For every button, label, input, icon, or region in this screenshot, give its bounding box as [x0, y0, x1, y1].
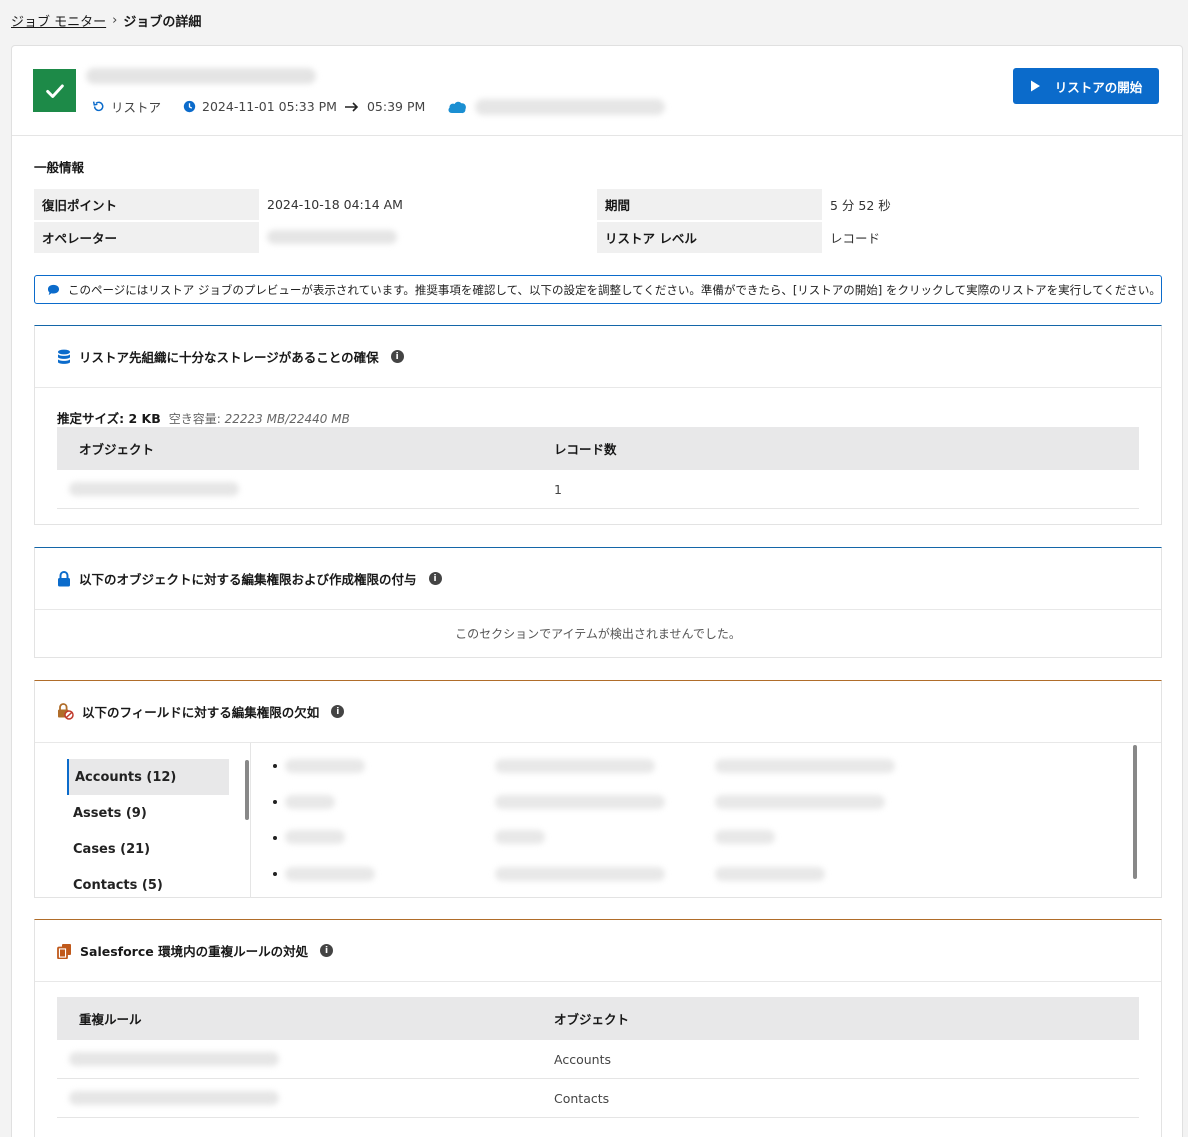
- job-start-time: 2024-11-01 05:33 PM: [202, 99, 337, 114]
- estimated-size: 推定サイズ: 2 KB: [57, 411, 161, 426]
- field-permissions-panel: 以下のフィールドに対する編集権限の欠如 i Accounts (12) Asse…: [34, 680, 1162, 898]
- object-item-contacts[interactable]: Contacts (5): [67, 867, 229, 903]
- storage-panel-title: リストア先組織に十分なストレージがあることの確保: [79, 350, 379, 365]
- arrow-right-icon: [344, 101, 359, 112]
- permissions-panel: 以下のオブジェクトに対する編集権限および作成権限の付与 i このセクションでアイ…: [34, 547, 1162, 658]
- job-header: リストア 2024-11-01 05:33 PM 05:39 PM リストアの開…: [12, 46, 1182, 136]
- column-header-duplicate-rule: 重複ルール: [79, 1012, 142, 1027]
- object-name-redacted: [69, 482, 239, 496]
- general-info-title: 一般情報: [34, 160, 85, 175]
- job-type-label: リストア: [111, 100, 162, 115]
- object-list-scrollbar[interactable]: [245, 760, 249, 820]
- field-name-redacted: [715, 867, 825, 881]
- breadcrumb-current: ジョブの詳細: [123, 15, 202, 30]
- restore-level-value: レコード: [830, 230, 881, 246]
- field-name-redacted: [715, 795, 885, 809]
- play-icon: [1030, 80, 1040, 92]
- table-row: Contacts: [57, 1079, 1139, 1118]
- org-name-redacted: [475, 98, 666, 115]
- database-icon: [58, 349, 70, 364]
- list-item: [273, 764, 285, 768]
- info-icon[interactable]: i: [390, 350, 404, 363]
- list-item: [273, 800, 285, 804]
- recovery-point-label: 復旧ポイント: [34, 188, 259, 220]
- object-cell: Accounts: [554, 1051, 611, 1067]
- breadcrumb: ジョブ モニター › ジョブの詳細: [11, 11, 201, 30]
- period-label: 期間: [597, 188, 822, 220]
- duplicate-icon: [57, 943, 71, 959]
- free-space-label: 空き容量:: [168, 412, 221, 426]
- list-item: [273, 872, 285, 876]
- preview-notice-text: このページにはリストア ジョブのプレビューが表示されています。推奨事項を確認して…: [68, 282, 1161, 297]
- duplicate-rules-panel: Salesforce 環境内の重複ルールの対処 i 重複ルール オブジェクト A…: [34, 919, 1162, 1137]
- field-name-redacted: [495, 759, 655, 773]
- field-list-scrollbar[interactable]: [1133, 745, 1137, 879]
- object-cell: Contacts: [554, 1090, 610, 1106]
- recovery-point-value: 2024-10-18 04:14 AM: [267, 196, 403, 212]
- empty-section-message: このセクションでアイテムが検出されませんでした。: [455, 627, 741, 641]
- salesforce-cloud-icon: [447, 100, 467, 114]
- restore-level-label: リストア レベル: [597, 221, 822, 253]
- info-icon[interactable]: i: [331, 705, 345, 718]
- rule-name-redacted: [69, 1052, 279, 1066]
- storage-table: オブジェクト レコード数 1: [57, 427, 1139, 509]
- success-check-icon: [33, 69, 76, 112]
- field-list: [251, 743, 1161, 898]
- field-name-redacted: [495, 867, 665, 881]
- lock-icon: [58, 570, 70, 586]
- operator-redacted: [267, 230, 397, 244]
- rule-name-redacted: [69, 1091, 279, 1105]
- duplicate-rules-table: 重複ルール オブジェクト Accounts Contacts: [57, 997, 1139, 1118]
- operator-label: オペレーター: [34, 221, 259, 253]
- object-item-assets[interactable]: Assets (9): [67, 795, 229, 831]
- object-list: Accounts (12) Assets (9) Cases (21) Cont…: [35, 743, 251, 898]
- chat-icon: [47, 284, 60, 295]
- object-item-accounts[interactable]: Accounts (12): [67, 759, 229, 795]
- field-name-redacted: [285, 795, 335, 809]
- job-meta: リストア 2024-11-01 05:33 PM 05:39 PM: [92, 97, 666, 116]
- start-restore-button[interactable]: リストアの開始: [1013, 68, 1159, 104]
- info-icon[interactable]: i: [320, 944, 334, 957]
- storage-panel: リストア先組織に十分なストレージがあることの確保 i 推定サイズ: 2 KB 空…: [34, 325, 1162, 525]
- chevron-right-icon: ›: [112, 13, 118, 28]
- table-row: 1: [57, 470, 1139, 509]
- field-name-redacted: [495, 795, 665, 809]
- list-item: [273, 836, 285, 840]
- start-restore-label: リストアの開始: [1054, 80, 1143, 95]
- info-icon[interactable]: i: [428, 572, 442, 585]
- record-count-cell: 1: [554, 481, 562, 497]
- object-item-cases[interactable]: Cases (21): [67, 831, 229, 867]
- job-detail-card: リストア 2024-11-01 05:33 PM 05:39 PM リストアの開…: [11, 45, 1183, 1137]
- field-permissions-panel-title: 以下のフィールドに対する編集権限の欠如: [82, 705, 320, 720]
- column-header-object: オブジェクト: [554, 1012, 630, 1027]
- preview-notice: このページにはリストア ジョブのプレビューが表示されています。推奨事項を確認して…: [34, 275, 1162, 304]
- field-name-redacted: [285, 830, 345, 844]
- field-name-redacted: [285, 759, 365, 773]
- table-row: Accounts: [57, 1040, 1139, 1079]
- permissions-panel-title: 以下のオブジェクトに対する編集権限および作成権限の付与: [79, 572, 417, 587]
- breadcrumb-job-monitor-link[interactable]: ジョブ モニター: [11, 11, 106, 30]
- period-value: 5 分 52 秒: [830, 197, 891, 213]
- lock-blocked-icon: [58, 703, 74, 720]
- field-name-redacted: [715, 759, 895, 773]
- field-name-redacted: [715, 830, 775, 844]
- duplicate-rules-panel-title: Salesforce 環境内の重複ルールの対処: [80, 944, 309, 959]
- field-name-redacted: [285, 867, 375, 881]
- job-end-time: 05:39 PM: [366, 99, 426, 114]
- free-space-value: 22223 MB/22440 MB: [224, 412, 350, 426]
- restore-icon: [92, 101, 104, 112]
- job-name-redacted: [86, 68, 316, 84]
- clock-icon: [183, 100, 196, 113]
- column-header-object: オブジェクト: [79, 442, 155, 457]
- column-header-record-count: レコード数: [554, 442, 617, 457]
- field-name-redacted: [495, 830, 545, 844]
